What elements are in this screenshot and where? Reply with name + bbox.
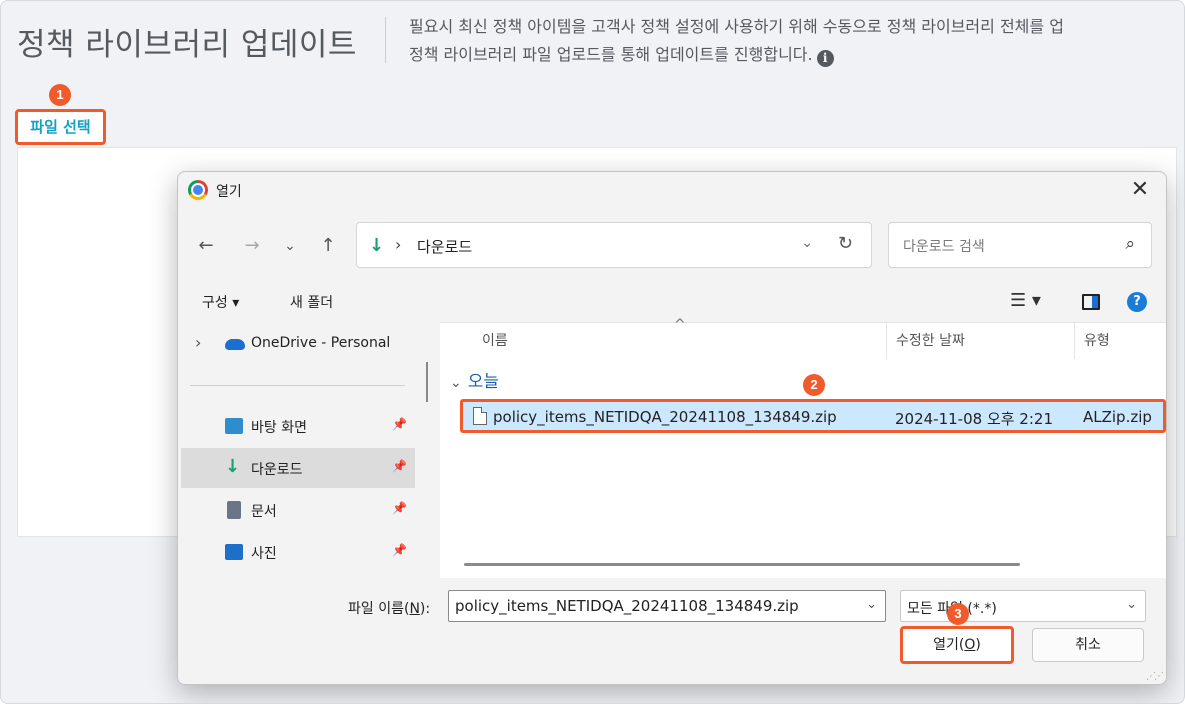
group-header-today[interactable]: ⌄ 오늘	[450, 367, 499, 392]
file-list: ^ 이름 수정한 날짜 유형 ⌄ 오늘 policy_items_NETIDQA_…	[440, 317, 1166, 578]
pin-icon: 📌	[392, 417, 407, 431]
recent-locations-chevron-icon[interactable]: ⌄	[278, 234, 302, 258]
filetype-chevron-icon[interactable]: ⌄	[1126, 597, 1137, 612]
page-description: 필요시 최신 정책 아이템을 고객사 정책 설정에 사용하기 위해 수동으로 정…	[409, 13, 1184, 69]
organize-menu-button[interactable]: 구성 ▾	[202, 292, 239, 312]
navigation-row: ← → ⌄ ↑ ↓ › 다운로드 ⌄ ↻ 다운로드 검색 ⌕	[178, 222, 1166, 270]
navigation-pane: › OneDrive - Personal 바탕 화면 📌 ↓ 다운로드 📌 문…	[178, 322, 430, 574]
breadcrumb-separator-icon[interactable]: ›	[395, 235, 401, 254]
group-collapse-chevron-icon[interactable]: ⌄	[450, 375, 462, 391]
help-icon[interactable]: ?	[1127, 292, 1147, 312]
step-badge-1: 1	[49, 84, 71, 106]
filename-input[interactable]: policy_items_NETIDQA_20241108_134849.zip…	[448, 590, 886, 622]
title-divider	[385, 17, 386, 63]
nav-divider	[190, 385, 405, 386]
expand-chevron-icon[interactable]: ›	[195, 333, 201, 352]
nav-scrollbar[interactable]	[426, 362, 428, 402]
refresh-icon[interactable]: ↻	[838, 233, 853, 254]
pin-icon: 📌	[392, 543, 407, 557]
search-input[interactable]: 다운로드 검색 ⌕	[888, 222, 1152, 268]
dialog-title: 열기	[216, 184, 242, 200]
dialog-toolbar: 구성 ▾ 새 폴더 ☰ ▾ ?	[178, 284, 1166, 318]
open-label-prefix: 열기(	[933, 637, 965, 653]
new-folder-button[interactable]: 새 폴더	[290, 292, 333, 312]
open-label-suffix: )	[975, 637, 981, 653]
file-row[interactable]: policy_items_NETIDQA_20241108_134849.zip…	[460, 399, 1166, 433]
nav-item-label: OneDrive - Personal	[251, 335, 391, 351]
resize-grip-icon[interactable]: ⋰⋰	[1146, 671, 1164, 682]
page-title: 정책 라이브러리 업데이트	[17, 27, 357, 63]
filename-label-prefix: 파일 이름(	[348, 601, 410, 617]
nav-item-label: 바탕 화면	[251, 420, 307, 436]
dialog-footer: 파일 이름(N): policy_items_NETIDQA_20241108_…	[178, 580, 1166, 684]
open-button[interactable]: 열기(O)	[900, 626, 1014, 664]
nav-item-desktop[interactable]: 바탕 화면 📌	[181, 406, 415, 446]
preview-pane-icon[interactable]	[1082, 294, 1100, 310]
address-history-chevron-icon[interactable]: ⌄	[801, 235, 813, 251]
file-open-dialog: 열기 ✕ ← → ⌄ ↑ ↓ › 다운로드 ⌄ ↻ 다운로드 검색 ⌕ 구성 ▾…	[177, 171, 1167, 685]
file-select-button[interactable]: 파일 선택	[15, 109, 106, 145]
column-header-type[interactable]: 유형	[1084, 323, 1110, 359]
nav-item-onedrive[interactable]: › OneDrive - Personal	[181, 324, 415, 364]
column-separator[interactable]	[1074, 323, 1075, 359]
desktop-icon	[225, 418, 243, 434]
filename-value: policy_items_NETIDQA_20241108_134849.zip	[455, 597, 799, 615]
onedrive-cloud-icon	[225, 339, 245, 350]
group-label: 오늘	[467, 372, 500, 392]
nav-item-documents[interactable]: 문서 📌	[181, 490, 415, 530]
description-line-2: 정책 라이브러리 파일 업로드를 통해 업데이트를 진행합니다. i	[409, 41, 1184, 69]
download-location-icon: ↓	[369, 235, 385, 256]
column-separator[interactable]	[886, 323, 887, 359]
close-icon[interactable]: ✕	[1126, 176, 1154, 204]
breadcrumb-location[interactable]: 다운로드	[417, 236, 472, 257]
view-options-icon[interactable]: ☰ ▾	[1010, 290, 1041, 311]
sort-ascending-icon: ^	[674, 317, 686, 333]
up-arrow-icon[interactable]: ↑	[316, 234, 340, 258]
column-header-name[interactable]: 이름	[482, 323, 508, 359]
description-line-1: 필요시 최신 정책 아이템을 고객사 정책 설정에 사용하기 위해 수동으로 정…	[409, 17, 1064, 36]
search-icon[interactable]: ⌕	[1125, 234, 1135, 254]
file-modified-date: 2024-11-08 오후 2:21	[895, 410, 1053, 428]
download-icon: ↓	[225, 456, 241, 477]
open-label-accesskey: O	[964, 637, 976, 653]
file-icon	[473, 407, 487, 425]
app-frame: 정책 라이브러리 업데이트 필요시 최신 정책 아이템을 고객사 정책 설정에 …	[0, 0, 1185, 704]
forward-arrow-icon[interactable]: →	[240, 234, 264, 258]
file-name: policy_items_NETIDQA_20241108_134849.zip	[493, 408, 837, 426]
horizontal-scrollbar[interactable]	[464, 563, 1020, 566]
pin-icon: 📌	[392, 501, 407, 515]
document-icon	[227, 501, 241, 519]
filename-label: 파일 이름(N):	[348, 598, 430, 618]
back-arrow-icon[interactable]: ←	[194, 234, 218, 258]
column-header-modified[interactable]: 수정한 날짜	[896, 323, 965, 359]
nav-item-label: 다운로드	[251, 462, 303, 478]
nav-item-pictures[interactable]: 사진 📌	[181, 532, 415, 572]
description-line-2-text: 정책 라이브러리 파일 업로드를 통해 업데이트를 진행합니다.	[409, 45, 813, 64]
nav-item-downloads[interactable]: ↓ 다운로드 📌	[181, 448, 415, 488]
search-placeholder: 다운로드 검색	[903, 239, 985, 255]
address-bar[interactable]: ↓ › 다운로드 ⌄ ↻	[356, 222, 872, 268]
nav-item-label: 사진	[251, 546, 277, 562]
file-type: ALZip.zip	[1083, 408, 1152, 426]
filetype-select[interactable]: 모든 파일 (*.*) ⌄	[900, 590, 1146, 622]
filename-label-accesskey: N	[409, 601, 420, 617]
dialog-titlebar: 열기 ✕	[178, 172, 1166, 210]
step-badge-2: 2	[803, 374, 825, 396]
nav-item-label: 문서	[251, 504, 277, 520]
pictures-icon	[225, 544, 243, 560]
cancel-button[interactable]: 취소	[1032, 628, 1144, 662]
filename-history-chevron-icon[interactable]: ⌄	[866, 597, 877, 612]
step-badge-3: 3	[947, 603, 969, 625]
filename-label-suffix: ):	[419, 601, 431, 617]
chrome-icon	[188, 180, 208, 200]
pin-icon: 📌	[392, 459, 407, 473]
info-icon[interactable]: i	[816, 50, 834, 67]
